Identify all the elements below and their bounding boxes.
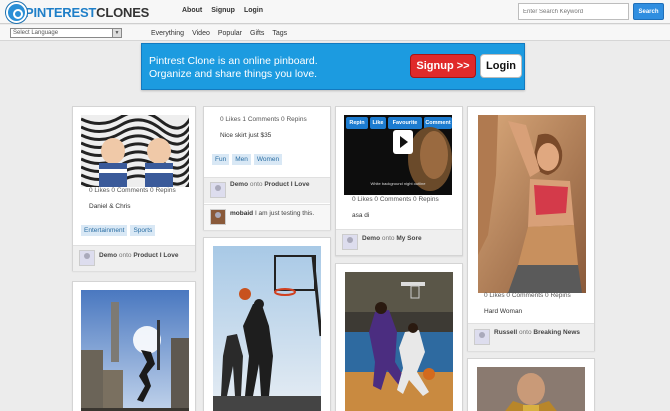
pin-onto: onto — [249, 181, 263, 188]
tag-entertainment[interactable]: Entertainment — [81, 225, 128, 236]
pin-card: Repin Like Favourite Comment White backg… — [335, 106, 463, 256]
pin-description: Nice skirt just $35 — [220, 132, 272, 139]
pin-onto: onto — [518, 329, 532, 336]
pin-attribution: Demo onto My Sore — [362, 235, 422, 242]
nav-login[interactable]: Login — [244, 7, 263, 14]
top-nav: About Signup Login — [182, 7, 263, 14]
tag-sports[interactable]: Sports — [130, 225, 156, 236]
pin-board-link[interactable]: My Sore — [396, 235, 421, 242]
pin-user-link[interactable]: Demo — [99, 252, 117, 259]
category-everything[interactable]: Everything — [151, 30, 184, 37]
pin-stats: 0 Likes 0 Comments 0 Repins — [89, 187, 176, 194]
pin-comment-row: mobaid I am just testing this. — [204, 204, 330, 230]
avatar[interactable] — [474, 329, 490, 345]
commenter-avatar[interactable] — [210, 209, 226, 225]
pin-attribution: Demo onto Product I Love — [99, 252, 179, 259]
pin-card — [335, 263, 463, 411]
video-caption: White background night outline — [370, 181, 426, 186]
dropdown-arrow-icon[interactable]: ▼ — [112, 29, 121, 37]
logo-text-part3: CLONES — [96, 4, 150, 20]
banner-signup-button[interactable]: Signup >> — [410, 54, 476, 78]
search-input[interactable] — [518, 3, 629, 20]
promo-banner: Pintrest Clone is an online pinboard. Or… — [141, 43, 525, 90]
pin-user-link[interactable]: Russell — [494, 329, 517, 336]
avatar[interactable] — [210, 182, 226, 198]
logo-pin-icon — [6, 1, 27, 23]
pin-footer: Russell onto Breaking News — [468, 323, 594, 351]
pin-image[interactable] — [345, 272, 453, 411]
site-logo[interactable]: PINTERESTCLONES — [6, 1, 149, 23]
pin-board-link[interactable]: Breaking News — [533, 329, 580, 336]
pin-onto: onto — [381, 235, 395, 242]
pin-card: 0 Likes 0 Comments 0 Repins Daniel & Chr… — [72, 106, 196, 271]
search-button[interactable]: Search — [633, 3, 664, 20]
pin-attribution: Russell onto Breaking News — [494, 329, 580, 336]
language-select[interactable]: Select Language ▼ — [10, 28, 122, 38]
pin-image[interactable] — [81, 115, 189, 187]
sub-bar: Select Language ▼ — [0, 25, 670, 41]
banner-login-button[interactable]: Login — [480, 54, 522, 78]
category-popular[interactable]: Popular — [218, 30, 242, 37]
comment-text: I am just testing this. — [254, 210, 315, 217]
category-tags[interactable]: Tags — [272, 30, 287, 37]
pin-comment: mobaid I am just testing this. — [230, 210, 314, 217]
comment-user-link[interactable]: mobaid — [230, 210, 253, 217]
tag-fun[interactable]: Fun — [212, 154, 230, 165]
tag-men[interactable]: Men — [232, 154, 251, 165]
avatar[interactable] — [79, 250, 95, 266]
banner-line-2: Organize and share things you love. — [149, 68, 318, 80]
pin-image[interactable] — [213, 246, 321, 411]
language-select-label: Select Language — [13, 30, 59, 36]
logo-text-part2: TEREST — [46, 4, 97, 20]
top-bar: PINTERESTCLONES About Signup Login Searc… — [0, 0, 670, 24]
pin-card: 0 Likes 0 Comments 0 Repins Hard Woman R… — [467, 106, 595, 351]
pin-card: 0 Likes 1 Comments 0 Repins Nice skirt j… — [203, 106, 331, 230]
pin-stats: 0 Likes 0 Comments 0 Repins — [484, 292, 571, 299]
pin-card — [203, 237, 331, 411]
pin-attribution: Demo onto Product I Love — [230, 181, 310, 188]
category-gifts[interactable]: Gifts — [250, 30, 264, 37]
pin-card — [72, 281, 196, 411]
logo-text: PINTERESTCLONES — [25, 5, 149, 20]
pin-tags: Entertainment Sports — [81, 225, 156, 236]
pin-board-link[interactable]: Product I Love — [133, 252, 178, 259]
banner-text: Pintrest Clone is an online pinboard. Or… — [149, 55, 318, 81]
pin-onto: onto — [118, 252, 132, 259]
pin-video[interactable]: Repin Like Favourite Comment White backg… — [344, 115, 452, 195]
category-nav: Everything Video Popular Gifts Tags — [151, 30, 287, 37]
pin-description: Daniel & Chris — [89, 203, 131, 210]
tag-women[interactable]: Women — [253, 154, 283, 165]
pin-board-link[interactable]: Product I Love — [264, 181, 309, 188]
pin-user-link[interactable]: Demo — [230, 181, 248, 188]
pin-stats: 0 Likes 0 Comments 0 Repins — [352, 196, 439, 203]
category-video[interactable]: Video — [192, 30, 210, 37]
pin-footer: Demo onto My Sore — [336, 229, 462, 255]
pin-description: Hard Woman — [484, 308, 523, 315]
play-icon[interactable] — [393, 130, 413, 154]
pin-description: asa di — [352, 212, 370, 219]
avatar[interactable] — [342, 234, 358, 250]
pin-image[interactable] — [81, 290, 189, 411]
pin-footer: Demo onto Product I Love — [73, 245, 195, 271]
logo-text-part1: PIN — [25, 4, 47, 20]
pin-footer: Demo onto Product I Love — [204, 177, 330, 203]
pin-user-link[interactable]: Demo — [362, 235, 380, 242]
pin-card — [467, 358, 595, 411]
nav-about[interactable]: About — [182, 7, 202, 14]
nav-signup[interactable]: Signup — [211, 7, 235, 14]
pin-image[interactable] — [477, 367, 585, 411]
pin-stats: 0 Likes 1 Comments 0 Repins — [220, 116, 307, 123]
banner-line-1: Pintrest Clone is an online pinboard. — [149, 55, 318, 67]
pin-tags: Fun Men Women — [212, 154, 283, 165]
pin-image[interactable] — [478, 115, 586, 293]
